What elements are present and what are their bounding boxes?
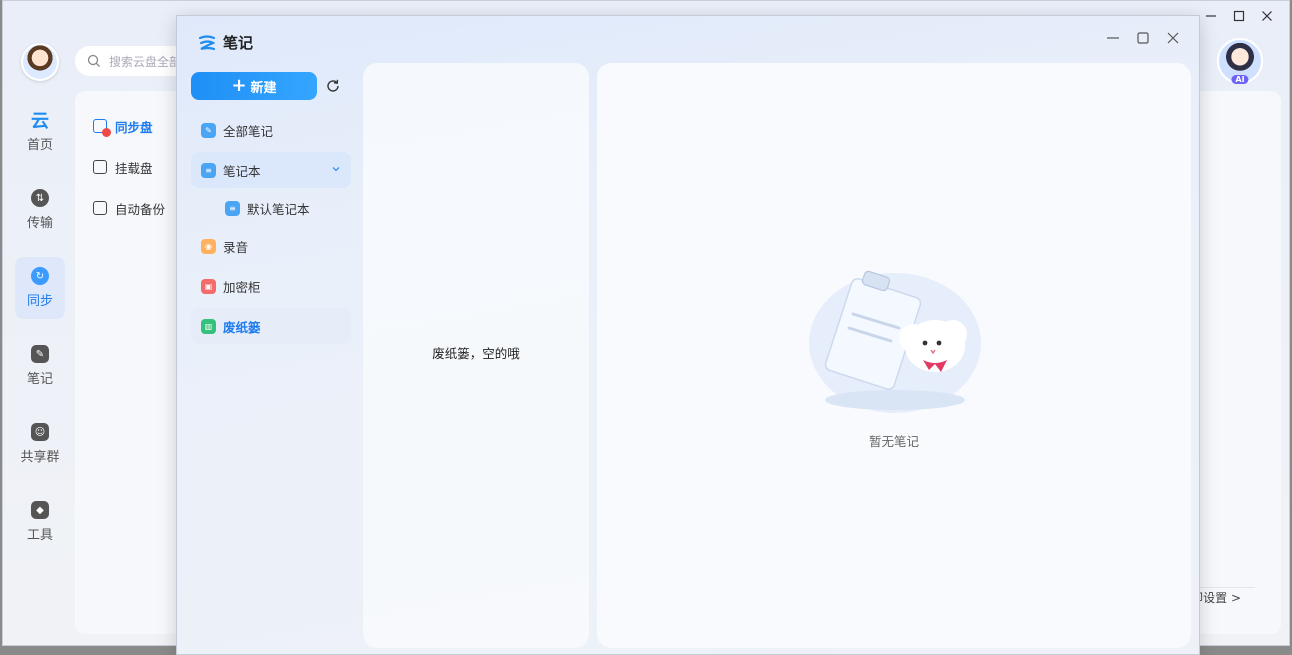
mount-disk-icon: [93, 160, 107, 174]
empty-list-message: 废纸篓，空的哦: [432, 346, 520, 361]
nav-item-home[interactable]: 云 首页: [15, 101, 65, 163]
toolbox-icon: ◆: [31, 501, 49, 519]
sidebar-item-label: 废纸篓: [223, 319, 261, 335]
nav-item-label: 首页: [26, 138, 53, 153]
bg-minimize-button[interactable]: [1203, 8, 1219, 24]
minimize-icon: [1107, 37, 1119, 39]
new-note-button[interactable]: + 新建: [191, 72, 317, 100]
sync-disk-icon: [93, 119, 111, 137]
nav-item-label: 共享群: [20, 450, 60, 465]
recording-icon: ◉: [201, 238, 216, 254]
empty-notes-message: 暂无笔记: [868, 434, 919, 449]
close-icon: [1262, 11, 1272, 21]
maximize-button[interactable]: [1135, 30, 1151, 46]
lock-icon: ▣: [201, 278, 216, 294]
bg-sub-nav: 同步盘 挂载盘 自动备份: [93, 115, 165, 238]
minimize-icon: [1206, 15, 1216, 17]
all-notes-icon: ✎: [201, 122, 216, 138]
notification-dot: [102, 128, 111, 137]
divider: [1195, 587, 1255, 588]
sidebar-item-default-notebook[interactable]: ≡ 默认笔记本: [191, 192, 351, 224]
ai-badge: AI: [1231, 75, 1249, 84]
nav-item-label: 传输: [26, 216, 53, 231]
nav-item-share-group[interactable]: ☺ 共享群: [15, 413, 65, 475]
nav-item-sync[interactable]: ↻ 同步: [15, 257, 65, 319]
notebook-icon: ≡: [201, 162, 216, 178]
subnav-item-auto-backup[interactable]: 自动备份: [93, 197, 165, 219]
nav-item-label: 同步: [26, 294, 53, 309]
subnav-label: 自动备份: [115, 201, 166, 217]
sidebar-item-recordings[interactable]: ◉ 录音: [191, 228, 351, 264]
subnav-label: 同步盘: [115, 119, 153, 135]
sidebar-item-label: 笔记本: [223, 163, 261, 179]
maximize-icon: [1233, 10, 1245, 22]
sync-icon: ↻: [31, 267, 49, 285]
sidebar-item-trash[interactable]: ▥ 废纸篓: [191, 308, 351, 344]
chevron-down-icon[interactable]: [331, 164, 341, 174]
bg-window-controls: [1203, 8, 1275, 24]
nav-item-transfer[interactable]: ⇅ 传输: [15, 179, 65, 241]
sidebar-item-label: 全部笔记: [223, 123, 274, 139]
subnav-item-mount-disk[interactable]: 挂载盘: [93, 156, 165, 178]
bg-main-nav: 云 首页 ⇅ 传输 ↻ 同步 ✎ 笔记 ☺ 共享群 ◆ 工具: [15, 101, 67, 569]
search-placeholder: 搜索云盘全部: [109, 54, 182, 69]
bg-maximize-button[interactable]: [1231, 8, 1247, 24]
maximize-icon: [1137, 32, 1149, 44]
cloud-logo-icon: [198, 34, 216, 50]
subnav-item-sync-disk[interactable]: 同步盘: [93, 115, 165, 137]
close-icon: [1167, 32, 1179, 44]
nav-item-notes[interactable]: ✎ 笔记: [15, 335, 65, 397]
subnav-label: 挂载盘: [115, 160, 153, 176]
auto-backup-icon: [93, 201, 107, 215]
window-title-text: 笔记: [223, 34, 254, 52]
cloud-logo-icon: 云: [31, 111, 49, 132]
empty-notes-illustration: [809, 270, 981, 413]
trash-icon: ▥: [201, 318, 216, 334]
new-note-label: 新建: [250, 80, 277, 96]
notes-sidebar: ✎ 全部笔记 ≡ 笔记本 ≡ 默认笔记本 ◉ 录音 ▣ 加密柜 ▥ 废纸篓: [191, 112, 351, 348]
minimize-button[interactable]: [1105, 30, 1121, 46]
pen-icon: ✎: [31, 345, 49, 363]
ai-assistant-avatar[interactable]: AI: [1217, 38, 1263, 84]
nav-item-label: 笔记: [26, 372, 53, 387]
refresh-icon[interactable]: [325, 78, 341, 94]
nav-item-tools[interactable]: ◆ 工具: [15, 491, 65, 553]
group-icon: ☺: [31, 423, 49, 441]
notebook-icon: ≡: [225, 200, 240, 216]
notes-window: 笔记 + 新建 ✎ 全部笔记 ≡ 笔记本 ≡ 默认笔记本 ◉ 录音 ▣ 加密柜 …: [176, 15, 1200, 655]
user-avatar[interactable]: [21, 43, 59, 81]
sidebar-item-label: 默认笔记本: [247, 201, 310, 217]
close-button[interactable]: [1165, 30, 1181, 46]
sidebar-item-label: 录音: [223, 239, 249, 255]
bg-close-button[interactable]: [1259, 8, 1275, 24]
window-title: 笔记: [197, 32, 253, 53]
transfer-icon: ⇅: [31, 189, 49, 207]
sidebar-item-all-notes[interactable]: ✎ 全部笔记: [191, 112, 351, 148]
window-controls: [1105, 30, 1181, 46]
note-list-pane: 废纸篓，空的哦: [363, 63, 589, 648]
plus-icon: +: [231, 75, 247, 96]
note-detail-pane: 暂无笔记: [597, 63, 1191, 648]
sidebar-item-notebooks[interactable]: ≡ 笔记本: [191, 152, 351, 188]
sidebar-item-vault[interactable]: ▣ 加密柜: [191, 268, 351, 304]
nav-item-label: 工具: [26, 528, 53, 543]
search-icon: [87, 54, 100, 67]
sidebar-item-label: 加密柜: [223, 279, 261, 295]
